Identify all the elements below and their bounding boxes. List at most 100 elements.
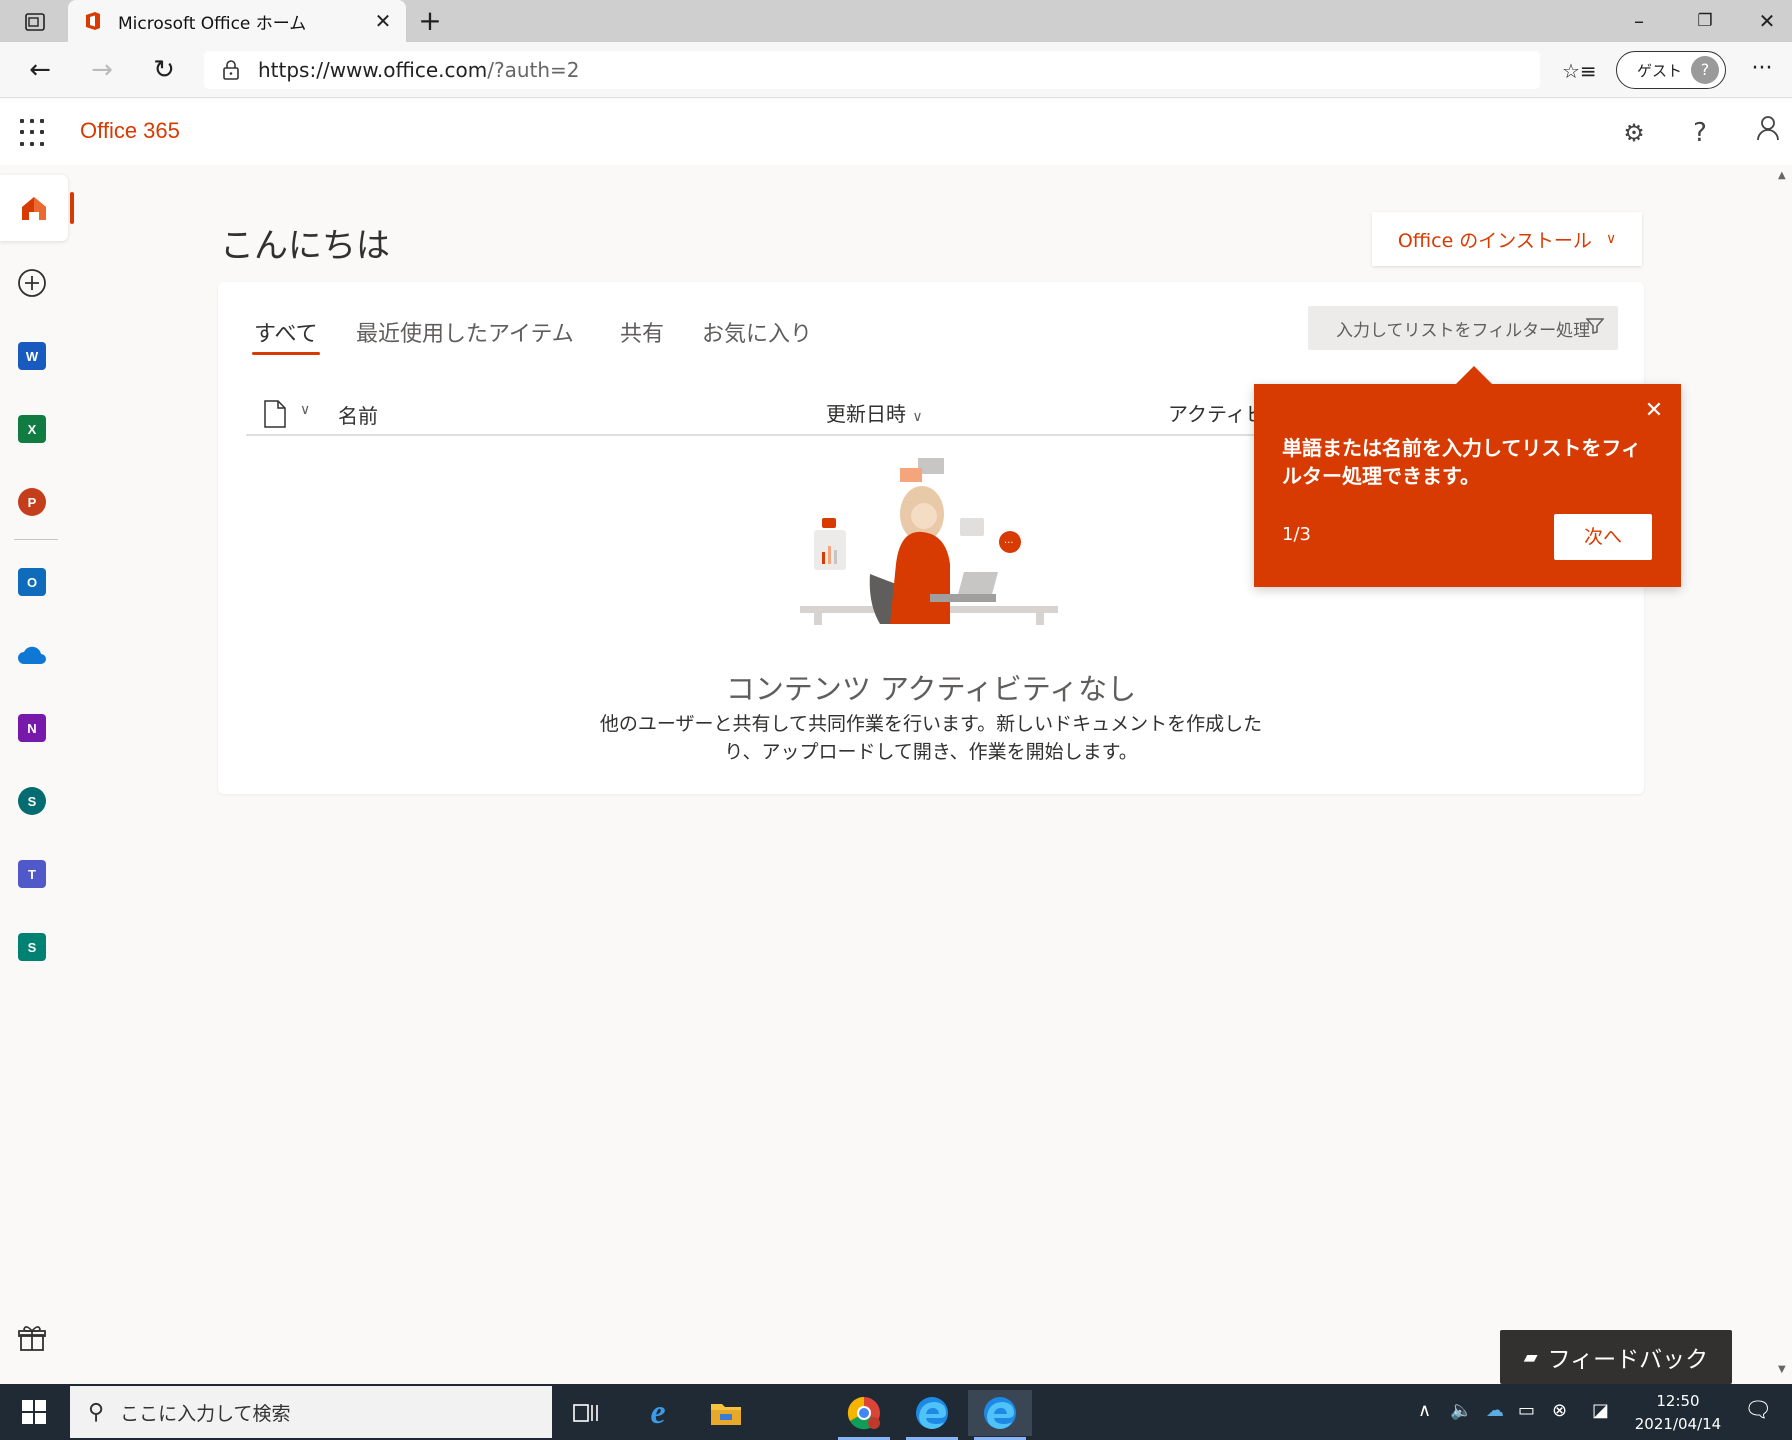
windows-start-icon[interactable] (14, 1396, 54, 1428)
sharepoint-app-button[interactable]: S (14, 783, 50, 819)
browser-tab-bar: Microsoft Office ホーム ✕ + – ❐ ✕ (0, 0, 1792, 42)
chrome-icon[interactable] (832, 1390, 896, 1440)
feedback-label: フィードバック (1547, 1347, 1709, 1373)
restore-button[interactable]: ❐ (1680, 4, 1730, 38)
scroll-down-arrow-icon[interactable]: ▼ (1778, 1364, 1786, 1375)
network-error-icon[interactable]: ⊗ (1552, 1400, 1567, 1421)
feedback-button[interactable]: ▰ フィードバック (1500, 1330, 1732, 1384)
powerpoint-app-button[interactable]: P (14, 484, 50, 520)
app-launcher-icon[interactable] (20, 119, 48, 147)
rail-divider (14, 539, 58, 540)
lock-icon[interactable] (222, 60, 240, 80)
favorites-icon[interactable]: ☆≡ (1562, 54, 1597, 88)
teams-app-button[interactable]: T (14, 856, 50, 892)
sway-app-button[interactable]: S (14, 929, 50, 965)
profile-label: ゲスト (1637, 61, 1683, 80)
url-field[interactable]: https://www.office.com/?auth=2 (204, 51, 1540, 89)
task-view-icon[interactable] (554, 1390, 618, 1436)
clock-date: 2021/04/14 (1634, 1415, 1722, 1433)
url-text: https://www.office.com/?auth=2 (258, 58, 580, 82)
tray-chevron-up-icon[interactable]: ∧ (1418, 1400, 1431, 1421)
edge-icon[interactable] (900, 1390, 964, 1440)
tab-title: Microsoft Office ホーム (118, 13, 307, 34)
notification-center-icon[interactable]: 🗨 (1744, 1398, 1772, 1423)
excel-app-button[interactable]: X (14, 411, 50, 447)
teams-icon: T (18, 860, 46, 888)
home-active-indicator (70, 192, 74, 224)
onedrive-cloud-icon (18, 646, 46, 664)
network-icon[interactable]: ▭ (1518, 1400, 1535, 1421)
callout-next-button[interactable]: 次へ (1554, 514, 1652, 560)
callout-close-icon[interactable]: ✕ (1639, 396, 1669, 426)
internet-explorer-icon[interactable]: e (626, 1390, 690, 1436)
teaching-callout: ✕ 単語または名前を入力してリストをフィルター処理できます。 1/3 次へ (1254, 366, 1681, 587)
minimize-button[interactable]: – (1614, 4, 1664, 38)
tab-close-icon[interactable]: ✕ (368, 9, 398, 33)
new-tab-button[interactable]: + (410, 4, 450, 38)
edge-active-icon[interactable] (968, 1390, 1032, 1440)
tab-actions-icon[interactable] (18, 9, 52, 35)
column-activity[interactable]: アクティビ (1168, 398, 1266, 427)
home-button[interactable] (0, 175, 68, 241)
scroll-up-arrow-icon[interactable]: ▲ (1778, 170, 1786, 181)
outlook-app-button[interactable]: O (14, 564, 50, 600)
account-icon[interactable] (1748, 113, 1788, 153)
onenote-icon: N (18, 714, 46, 742)
sway-icon: S (18, 933, 46, 961)
install-office-label: Office のインストール (1397, 229, 1592, 252)
profile-button[interactable]: ゲスト ? (1616, 51, 1726, 89)
filter-input[interactable]: 入力してリストをフィルター処理 (1308, 306, 1618, 350)
tab-recent[interactable]: 最近使用したアイテム (356, 316, 574, 356)
windows-taskbar: ⚲ ここに入力して検索 e ∧ 🔈 ☁ ▭ ⊗ ◪ 12:50 2021/04/… (0, 1384, 1792, 1440)
close-window-button[interactable]: ✕ (1742, 4, 1792, 38)
plus-circle-icon (18, 269, 46, 297)
column-modified[interactable]: 更新日時 ∨ (826, 398, 923, 427)
callout-beak (1456, 366, 1492, 384)
more-options-icon[interactable]: ··· (1742, 54, 1782, 88)
onedrive-app-button[interactable] (14, 637, 50, 673)
home-icon (22, 197, 46, 220)
svg-text:···: ··· (1004, 538, 1014, 549)
chevron-down-icon: ∨ (1605, 231, 1617, 247)
brand-title[interactable]: Office 365 (80, 118, 180, 144)
word-app-button[interactable]: W (14, 338, 50, 374)
settings-gear-icon[interactable]: ⚙ (1614, 113, 1654, 153)
feedback-chat-icon: ▰ (1523, 1346, 1538, 1368)
column-name[interactable]: 名前 (338, 400, 378, 429)
callout-message: 単語または名前を入力してリストをフィルター処理できます。 (1282, 436, 1641, 488)
clock-time: 12:50 (1656, 1392, 1700, 1410)
volume-muted-icon[interactable]: 🔈 (1450, 1400, 1472, 1421)
taskbar-search-placeholder: ここに入力して検索 (120, 1402, 291, 1425)
forward-icon[interactable]: → (82, 50, 122, 90)
empty-state-description: 他のユーザーと共有して共同作業を行います。新しいドキュメントを作成した り、アッ… (599, 713, 1263, 763)
filter-placeholder: 入力してリストをフィルター処理 (1336, 320, 1591, 341)
callout-step-counter: 1/3 (1282, 524, 1311, 545)
app-rail: W X P O N S T S (0, 165, 74, 1383)
taskbar-search-input[interactable]: ⚲ ここに入力して検索 (70, 1386, 552, 1438)
refresh-icon[interactable]: ↻ (144, 50, 184, 90)
file-type-icon[interactable] (264, 400, 286, 428)
help-icon[interactable]: ? (1680, 113, 1720, 153)
office-header: Office 365 ⚙ ? (0, 99, 1792, 165)
tab-shared[interactable]: 共有 (620, 316, 664, 356)
whats-new-gift-icon[interactable] (18, 1324, 50, 1356)
onenote-app-button[interactable]: N (14, 710, 50, 746)
ime-mode-icon[interactable]: ◪ (1592, 1400, 1609, 1421)
empty-state-illustration: ··· (800, 458, 1058, 625)
search-icon: ⚲ (88, 1399, 105, 1425)
filter-icon (1585, 318, 1605, 339)
browser-tab-active[interactable]: Microsoft Office ホーム ✕ (68, 0, 406, 42)
empty-state-title: コンテンツ アクティビティなし (725, 672, 1137, 706)
install-office-button[interactable]: Office のインストール ∨ (1372, 212, 1642, 266)
file-explorer-icon[interactable] (694, 1390, 758, 1436)
sync-status-icon[interactable]: ☁ (1486, 1400, 1504, 1421)
tab-all[interactable]: すべて (254, 316, 318, 356)
taskbar-clock[interactable]: 12:50 2021/04/14 (1632, 1390, 1724, 1436)
guest-avatar-icon: ? (1691, 56, 1719, 84)
create-button[interactable] (14, 265, 50, 301)
outlook-icon: O (18, 568, 46, 596)
tab-favorites[interactable]: お気に入り (702, 316, 812, 356)
back-icon[interactable]: ← (20, 50, 60, 90)
active-tab-indicator (252, 352, 320, 355)
chevron-down-icon[interactable]: ∨ (300, 402, 310, 418)
